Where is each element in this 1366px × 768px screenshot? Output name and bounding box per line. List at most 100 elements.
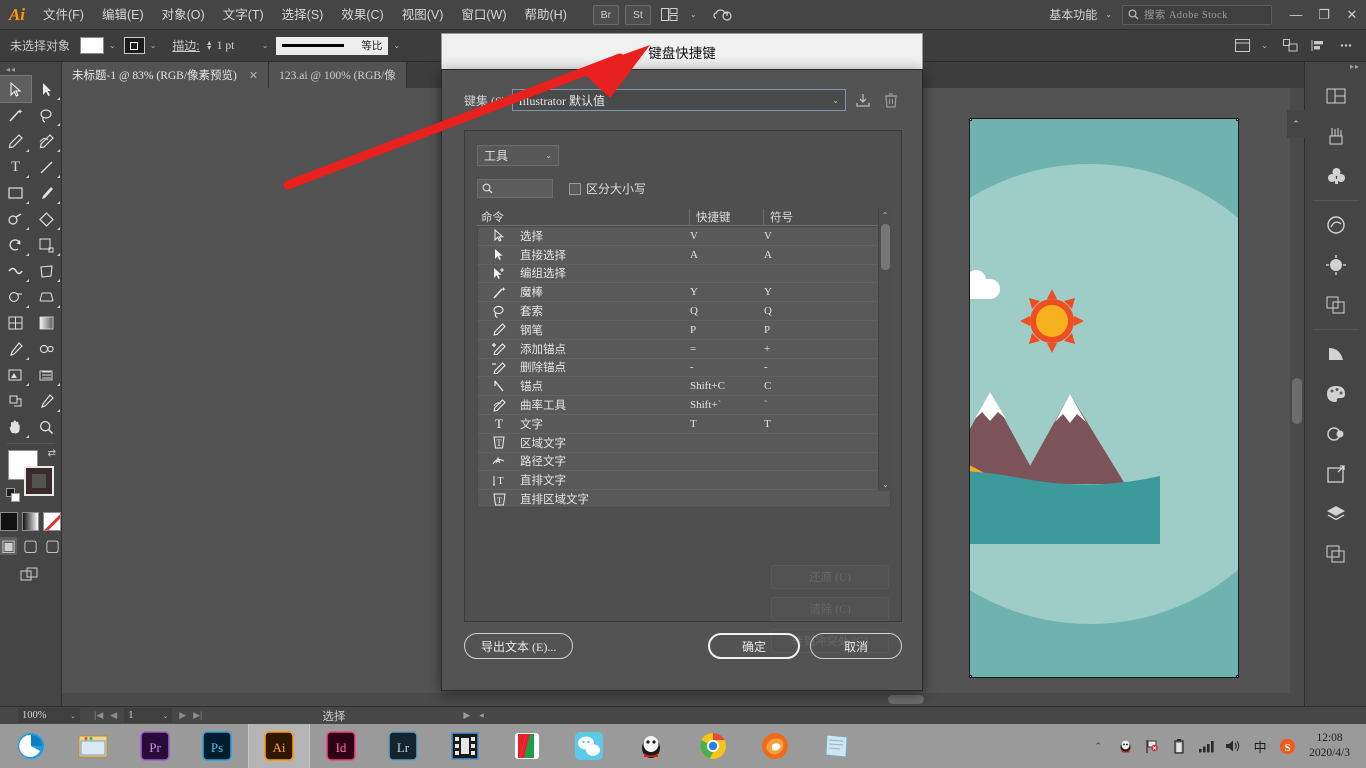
color-mode-none[interactable] — [43, 512, 61, 531]
scroll-down-icon[interactable]: ⌄ — [879, 478, 892, 491]
table-row[interactable]: 曲率工具Shift+`` — [478, 396, 890, 415]
swap-fill-stroke-icon[interactable]: ⇄ — [48, 448, 56, 459]
document-tab-2[interactable]: 123.ai @ 100% (RGB/像 — [269, 62, 407, 88]
taskbar-clock[interactable]: 12:08 2020/4/3 — [1305, 731, 1360, 761]
tool-pen[interactable] — [0, 128, 31, 154]
artboard-illustration[interactable] — [969, 118, 1239, 678]
table-row[interactable]: 魔棒YY — [478, 283, 890, 302]
maximize-button[interactable]: ❐ — [1310, 0, 1338, 30]
color-mode-gradient[interactable] — [22, 512, 40, 531]
fill-color-swatch[interactable] — [80, 37, 104, 54]
tool-slice[interactable] — [31, 388, 62, 414]
bridge-button[interactable]: Br — [593, 5, 619, 25]
tool-width[interactable] — [0, 258, 31, 284]
table-body[interactable]: 选择VV直接选择AA编组选择魔棒YY套索QQ钢笔PP添加锚点=+删除锚点--锚点… — [477, 226, 891, 508]
zoom-level-selector[interactable]: 100% ⌄ — [18, 708, 80, 723]
tool-magic-wand[interactable] — [0, 102, 31, 128]
delete-keyset-icon[interactable] — [880, 89, 902, 111]
column-header-symbol[interactable]: 符号 — [763, 209, 823, 225]
cloud-sync-icon[interactable] — [709, 4, 737, 26]
tool-rectangle[interactable] — [0, 180, 31, 206]
close-button[interactable]: ✕ — [1338, 0, 1366, 30]
photoshop-taskbar-icon[interactable]: Ps — [186, 724, 248, 768]
stroke-color-swatch[interactable] — [124, 37, 145, 54]
table-row[interactable]: 删除锚点-- — [478, 359, 890, 378]
page-chevron-down-icon[interactable]: ⌄ — [162, 712, 168, 720]
column-header-command[interactable]: 命令 — [477, 209, 689, 225]
wps-taskbar-icon[interactable] — [496, 724, 558, 768]
lightroom-taskbar-icon[interactable]: Lr — [372, 724, 434, 768]
stroke-weight-chevron-down-icon[interactable]: ⌄ — [257, 41, 277, 50]
tool-symbol-sprayer[interactable] — [0, 362, 31, 388]
stroke-weight-stepper[interactable]: ▲▼ — [206, 41, 213, 51]
table-row[interactable]: 路径文字 — [478, 453, 890, 472]
menu-select[interactable]: 选择(S) — [273, 0, 333, 30]
tool-shape-builder[interactable] — [0, 284, 31, 310]
tool-paintbrush[interactable] — [31, 180, 62, 206]
stroke-chevron-down-icon[interactable]: ⌄ — [145, 41, 165, 50]
notepad-taskbar-icon[interactable] — [806, 724, 868, 768]
table-row[interactable]: 锚点Shift+CC — [478, 377, 890, 396]
align-panel-icon[interactable] — [1306, 34, 1330, 58]
menu-window[interactable]: 窗口(W) — [452, 0, 515, 30]
screen-mode-full-with-menu[interactable]: ▢ — [22, 537, 39, 555]
file-explorer-taskbar-icon[interactable] — [62, 724, 124, 768]
color-mode-solid[interactable] — [0, 512, 18, 531]
keyset-dropdown[interactable]: Illustrator 默认值 ⌄ — [512, 89, 846, 111]
tool-free-transform[interactable] — [31, 258, 62, 284]
zoom-chevron-down-icon[interactable]: ⌄ — [70, 712, 76, 720]
status-arrow-right-icon[interactable]: ▶ — [463, 710, 470, 721]
panel-creative-cloud-icon[interactable] — [1305, 205, 1366, 245]
panel-color-guide-icon[interactable] — [1305, 334, 1366, 374]
save-keyset-icon[interactable] — [852, 89, 874, 111]
minimize-button[interactable]: — — [1282, 0, 1310, 30]
menu-help[interactable]: 帮助(H) — [516, 0, 576, 30]
tool-type[interactable]: T — [0, 154, 31, 180]
export-text-button[interactable]: 导出文本 (E)... — [464, 633, 573, 659]
panel-brushes-icon[interactable] — [1305, 116, 1366, 156]
ime-tray-icon[interactable]: 中 — [1251, 737, 1269, 755]
more-options-icon[interactable] — [1334, 34, 1358, 58]
stroke-weight-value[interactable]: 1 pt — [217, 40, 257, 52]
table-row[interactable]: T文字TT — [478, 415, 890, 434]
screen-mode-normal[interactable]: ▣ — [0, 537, 17, 555]
menu-view[interactable]: 视图(V) — [393, 0, 453, 30]
sogou-tray-icon[interactable]: S — [1278, 737, 1296, 755]
workspace-chevron-down-icon[interactable]: ⌄ — [1101, 10, 1122, 19]
status-arrow-left-icon[interactable]: ◂ — [479, 710, 484, 721]
tool-rotate[interactable] — [0, 232, 31, 258]
panel-stock-icon[interactable] — [1305, 245, 1366, 285]
tool-lasso[interactable] — [31, 102, 62, 128]
arrange-panel-icon[interactable] — [1278, 34, 1302, 58]
table-scroll-thumb[interactable] — [881, 224, 890, 270]
table-row[interactable]: T直排区域文字 — [478, 490, 890, 508]
tool-perspective-grid[interactable] — [31, 284, 62, 310]
stock-button[interactable]: St — [625, 5, 651, 25]
toolbar-stroke-swatch[interactable] — [24, 466, 54, 496]
media-encoder-taskbar-icon[interactable] — [434, 724, 496, 768]
first-page-button[interactable]: |◀ — [94, 710, 103, 721]
stroke-profile-selector[interactable]: 等比 — [276, 37, 388, 55]
flag-tray-icon[interactable] — [1143, 737, 1161, 755]
screen-mode-full[interactable]: ▢ — [44, 537, 61, 555]
panel-pathfinder-icon[interactable] — [1305, 414, 1366, 454]
table-row[interactable]: 直接选择AA — [478, 246, 890, 265]
tools-panel-collapse-icon[interactable]: ◂◂ — [0, 62, 61, 76]
vertical-scroll-thumb[interactable] — [1292, 378, 1302, 424]
shortcut-search-input[interactable] — [477, 179, 553, 198]
edit-toolbar-button[interactable] — [0, 567, 61, 583]
tool-direct-selection[interactable] — [31, 76, 62, 102]
tool-blend[interactable] — [31, 336, 62, 362]
wechat-taskbar-icon[interactable] — [558, 724, 620, 768]
panel-transform-icon[interactable] — [1305, 454, 1366, 494]
menu-type[interactable]: 文字(T) — [214, 0, 273, 30]
table-row[interactable]: 选择VV — [478, 227, 890, 246]
tool-shaper[interactable] — [0, 206, 31, 232]
menu-file[interactable]: 文件(F) — [34, 0, 93, 30]
fill-chevron-down-icon[interactable]: ⌄ — [104, 41, 124, 50]
workspace-switcher-label[interactable]: 基本功能 — [1045, 6, 1101, 23]
qq-taskbar-icon[interactable] — [620, 724, 682, 768]
tool-zoom[interactable] — [31, 414, 62, 440]
artboard-handle-br[interactable] — [1236, 675, 1239, 678]
menu-edit[interactable]: 编辑(E) — [93, 0, 153, 30]
